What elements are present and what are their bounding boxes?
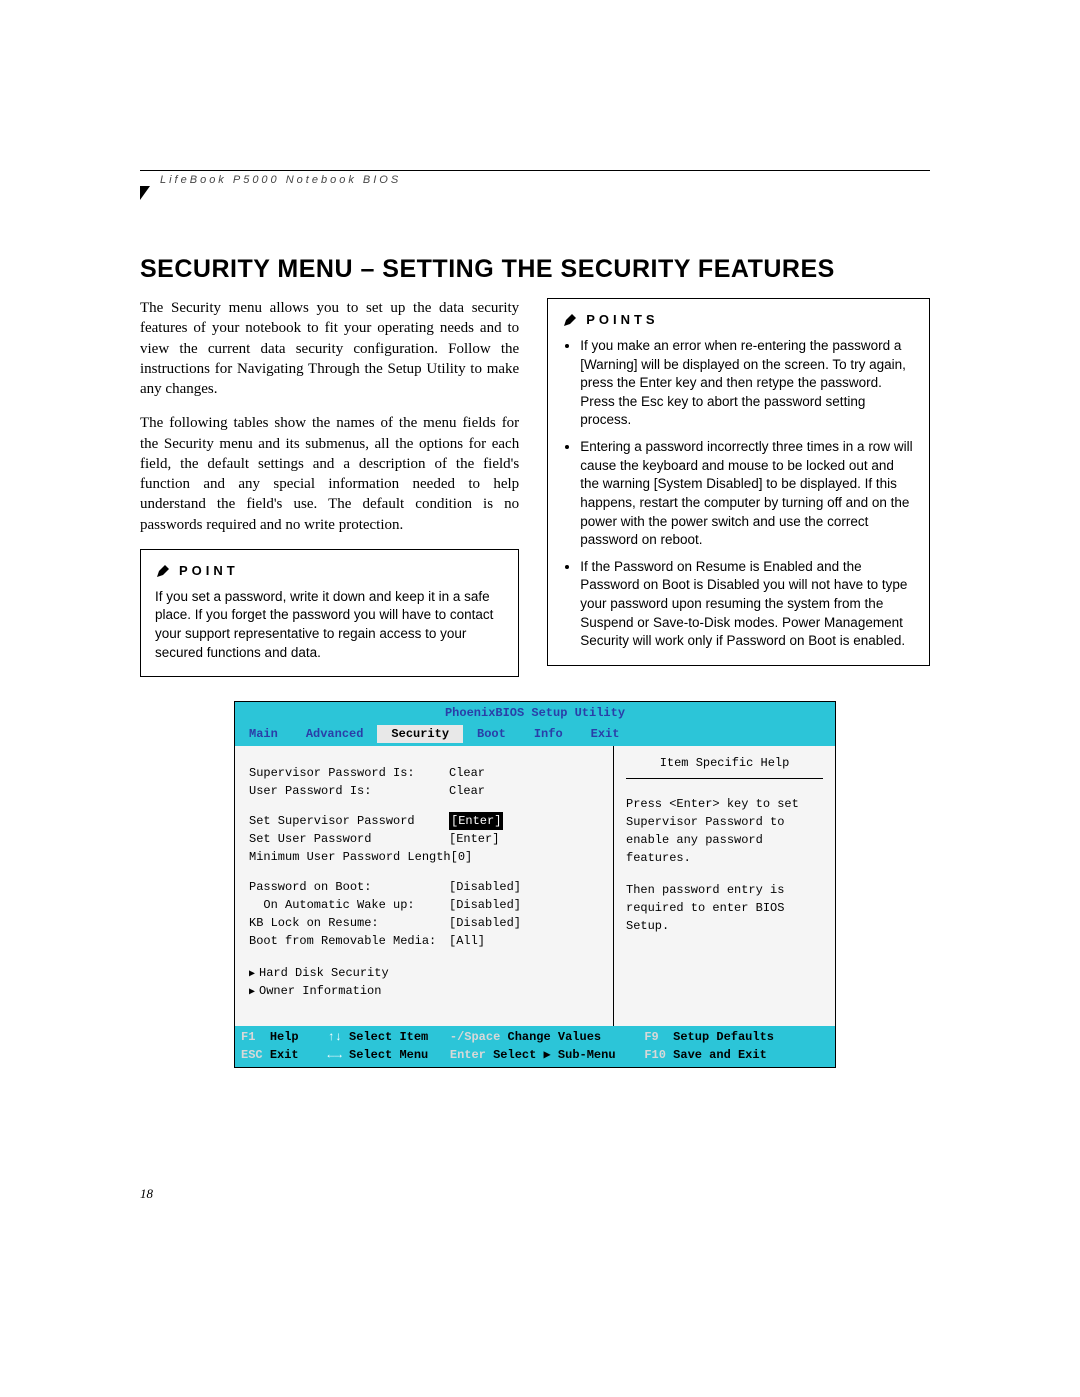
- point-label: POINT: [179, 562, 239, 580]
- bios-row: Supervisor Password Is:Clear: [249, 764, 609, 782]
- point-text: If you set a password, write it down and…: [155, 588, 504, 663]
- bios-tab-exit: Exit: [577, 725, 634, 743]
- points-callout: POINTS If you make an error when re-ente…: [547, 298, 930, 666]
- bios-row: Minimum User Password Length[0]: [249, 848, 609, 866]
- bios-submenus: Hard Disk Security Owner Information: [249, 964, 609, 1000]
- page-title: SECURITY MENU – SETTING THE SECURITY FEA…: [140, 255, 930, 284]
- pen-icon: [562, 312, 578, 328]
- points-item: If you make an error when re-entering th…: [580, 337, 915, 430]
- point-heading: POINT: [155, 562, 504, 580]
- bios-help-text: Press <Enter> key to set Supervisor Pass…: [626, 795, 823, 867]
- bios-help-text: Then password entry is required to enter…: [626, 881, 823, 935]
- two-column-layout: The Security menu allows you to set up t…: [140, 298, 930, 677]
- bios-settings-pane: Supervisor Password Is:Clear User Passwo…: [235, 746, 614, 1026]
- bios-row: KB Lock on Resume:[Disabled]: [249, 914, 609, 932]
- page: LifeBook P5000 Notebook BIOS SECURITY ME…: [0, 0, 1080, 1397]
- bios-tab-boot: Boot: [463, 725, 520, 743]
- bios-submenu-item: Owner Information: [249, 982, 609, 1000]
- points-label: POINTS: [586, 311, 658, 329]
- bios-screenshot: PhoenixBIOS Setup Utility Main Advanced …: [234, 701, 836, 1068]
- bios-row: Boot from Removable Media:[All]: [249, 932, 609, 950]
- corner-marker-icon: [140, 186, 150, 200]
- point-callout: POINT If you set a password, write it do…: [140, 549, 519, 677]
- pen-icon: [155, 563, 171, 579]
- bios-menu-bar: Main Advanced Security Boot Info Exit: [235, 724, 835, 746]
- bios-row: On Automatic Wake up:[Disabled]: [249, 896, 609, 914]
- bios-row: Set Supervisor Password[Enter]: [249, 812, 609, 830]
- content-area: SECURITY MENU – SETTING THE SECURITY FEA…: [140, 255, 930, 1068]
- points-list: If you make an error when re-entering th…: [562, 337, 915, 651]
- bios-body: Supervisor Password Is:Clear User Passwo…: [235, 746, 835, 1026]
- bios-help-title: Item Specific Help: [626, 752, 823, 779]
- bios-row: User Password Is:Clear: [249, 782, 609, 800]
- bios-title: PhoenixBIOS Setup Utility: [235, 702, 835, 724]
- bios-tab-advanced: Advanced: [292, 725, 378, 743]
- right-column: POINTS If you make an error when re-ente…: [547, 298, 930, 677]
- points-item: If the Password on Resume is Enabled and…: [580, 558, 915, 651]
- intro-paragraph-2: The following tables show the names of t…: [140, 413, 519, 535]
- page-number: 18: [140, 1186, 153, 1202]
- bios-row: Set User Password[Enter]: [249, 830, 609, 848]
- bios-tab-security: Security: [377, 725, 463, 743]
- bios-submenu-item: Hard Disk Security: [249, 964, 609, 982]
- bios-row: Password on Boot:[Disabled]: [249, 878, 609, 896]
- left-column: The Security menu allows you to set up t…: [140, 298, 519, 677]
- header-rule: [140, 170, 930, 171]
- bios-tab-main: Main: [235, 725, 292, 743]
- bios-help-pane: Item Specific Help Press <Enter> key to …: [614, 746, 835, 1026]
- bios-footer: F1 Help ↑↓ Select Item -/Space Change Va…: [235, 1026, 835, 1067]
- running-header: LifeBook P5000 Notebook BIOS: [160, 174, 401, 186]
- points-heading: POINTS: [562, 311, 915, 329]
- bios-tab-info: Info: [520, 725, 577, 743]
- intro-paragraph-1: The Security menu allows you to set up t…: [140, 298, 519, 399]
- points-item: Entering a password incorrectly three ti…: [580, 438, 915, 550]
